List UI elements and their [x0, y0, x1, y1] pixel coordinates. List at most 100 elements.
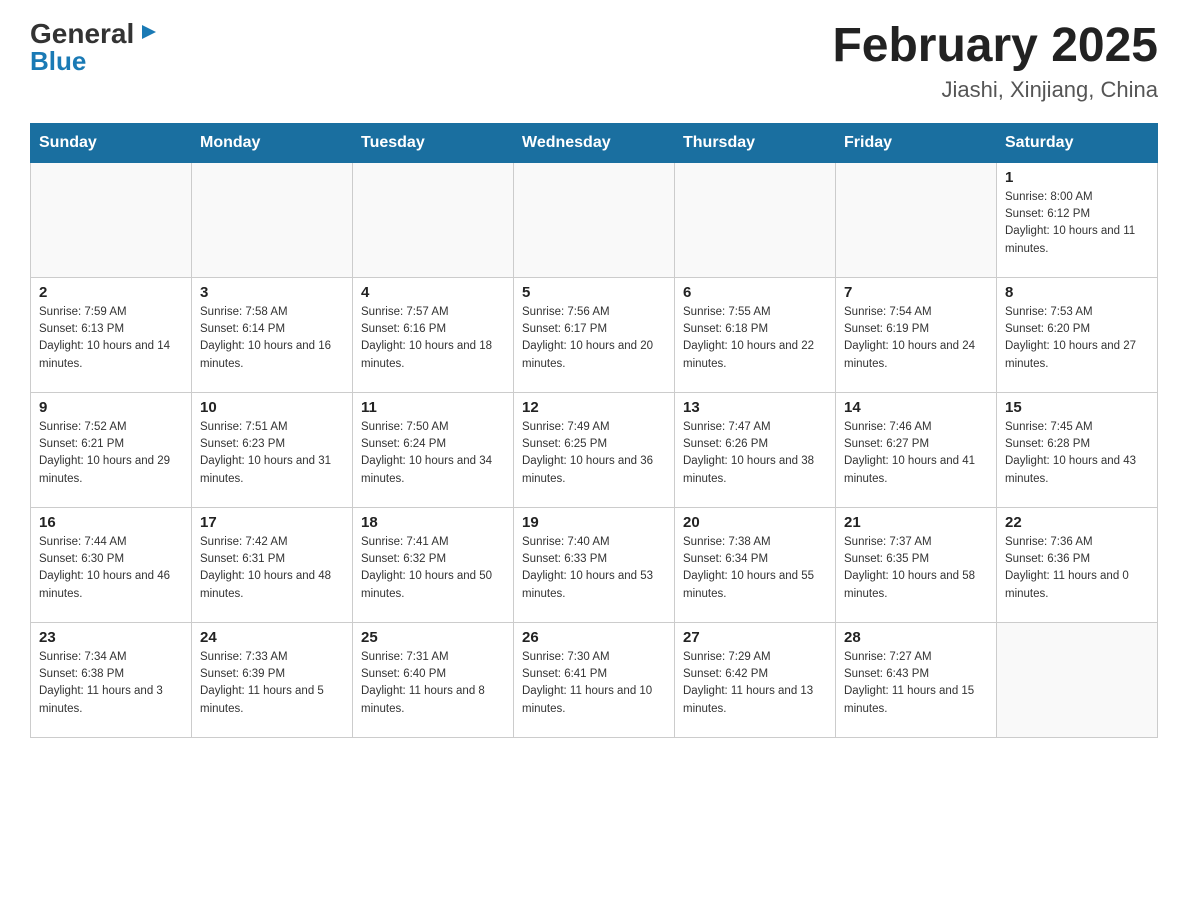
- day-cell: 25 Sunrise: 7:31 AMSunset: 6:40 PMDayligh…: [353, 622, 514, 737]
- day-info: Sunrise: 7:58 AMSunset: 6:14 PMDaylight:…: [200, 304, 344, 373]
- day-info: Sunrise: 7:56 AMSunset: 6:17 PMDaylight:…: [522, 304, 666, 373]
- calendar-subtitle: Jiashi, Xinjiang, China: [832, 77, 1158, 103]
- day-number: 25: [361, 629, 505, 646]
- day-info: Sunrise: 7:49 AMSunset: 6:25 PMDaylight:…: [522, 419, 666, 488]
- header-monday: Monday: [192, 123, 353, 162]
- day-cell: [192, 162, 353, 277]
- day-cell: 6 Sunrise: 7:55 AMSunset: 6:18 PMDaylight…: [675, 277, 836, 392]
- day-info: Sunrise: 7:42 AMSunset: 6:31 PMDaylight:…: [200, 534, 344, 603]
- day-cell: [514, 162, 675, 277]
- days-header-row: Sunday Monday Tuesday Wednesday Thursday…: [31, 123, 1158, 162]
- day-cell: [353, 162, 514, 277]
- day-info: Sunrise: 7:38 AMSunset: 6:34 PMDaylight:…: [683, 534, 827, 603]
- page-header: General Blue February 2025 Jiashi, Xinji…: [30, 20, 1158, 103]
- day-number: 22: [1005, 514, 1149, 531]
- day-cell: [31, 162, 192, 277]
- day-cell: 20 Sunrise: 7:38 AMSunset: 6:34 PMDayligh…: [675, 507, 836, 622]
- day-cell: 9 Sunrise: 7:52 AMSunset: 6:21 PMDaylight…: [31, 392, 192, 507]
- day-cell: 27 Sunrise: 7:29 AMSunset: 6:42 PMDayligh…: [675, 622, 836, 737]
- day-cell: 7 Sunrise: 7:54 AMSunset: 6:19 PMDaylight…: [836, 277, 997, 392]
- day-number: 2: [39, 284, 183, 301]
- day-number: 1: [1005, 169, 1149, 186]
- day-cell: 4Sunrise: 7:57 AMSunset: 6:16 PMDaylight…: [353, 277, 514, 392]
- day-number: 18: [361, 514, 505, 531]
- day-info: Sunrise: 7:46 AMSunset: 6:27 PMDaylight:…: [844, 419, 988, 488]
- day-cell: [675, 162, 836, 277]
- day-number: 27: [683, 629, 827, 646]
- day-cell: [997, 622, 1158, 737]
- day-info: Sunrise: 7:55 AMSunset: 6:18 PMDaylight:…: [683, 304, 827, 373]
- week-row-4: 16Sunrise: 7:44 AMSunset: 6:30 PMDayligh…: [31, 507, 1158, 622]
- day-info: Sunrise: 7:37 AMSunset: 6:35 PMDaylight:…: [844, 534, 988, 603]
- day-number: 19: [522, 514, 666, 531]
- day-number: 26: [522, 629, 666, 646]
- header-thursday: Thursday: [675, 123, 836, 162]
- calendar-table: Sunday Monday Tuesday Wednesday Thursday…: [30, 123, 1158, 738]
- logo: General Blue: [30, 20, 160, 74]
- day-cell: 10 Sunrise: 7:51 AMSunset: 6:23 PMDayligh…: [192, 392, 353, 507]
- day-cell: 26 Sunrise: 7:30 AMSunset: 6:41 PMDayligh…: [514, 622, 675, 737]
- day-info: Sunrise: 7:33 AMSunset: 6:39 PMDaylight:…: [200, 649, 344, 718]
- day-number: 17: [200, 514, 344, 531]
- day-number: 21: [844, 514, 988, 531]
- day-info: Sunrise: 7:54 AMSunset: 6:19 PMDaylight:…: [844, 304, 988, 373]
- day-info: Sunrise: 7:59 AMSunset: 6:13 PMDaylight:…: [39, 304, 183, 373]
- day-info: Sunrise: 7:50 AMSunset: 6:24 PMDaylight:…: [361, 419, 505, 488]
- day-info: Sunrise: 7:29 AMSunset: 6:42 PMDaylight:…: [683, 649, 827, 718]
- day-number: 14: [844, 399, 988, 416]
- day-cell: 12 Sunrise: 7:49 AMSunset: 6:25 PMDayligh…: [514, 392, 675, 507]
- day-cell: 16Sunrise: 7:44 AMSunset: 6:30 PMDayligh…: [31, 507, 192, 622]
- day-info: Sunrise: 7:47 AMSunset: 6:26 PMDaylight:…: [683, 419, 827, 488]
- day-cell: 17 Sunrise: 7:42 AMSunset: 6:31 PMDayligh…: [192, 507, 353, 622]
- day-cell: 2 Sunrise: 7:59 AMSunset: 6:13 PMDaylight…: [31, 277, 192, 392]
- day-number: 10: [200, 399, 344, 416]
- logo-arrow-icon: [138, 21, 160, 43]
- day-info: Sunrise: 7:31 AMSunset: 6:40 PMDaylight:…: [361, 649, 505, 718]
- logo-blue-text: Blue: [30, 48, 86, 74]
- day-cell: 8Sunrise: 7:53 AMSunset: 6:20 PMDaylight…: [997, 277, 1158, 392]
- day-number: 12: [522, 399, 666, 416]
- day-cell: 28Sunrise: 7:27 AMSunset: 6:43 PMDayligh…: [836, 622, 997, 737]
- day-info: Sunrise: 7:41 AMSunset: 6:32 PMDaylight:…: [361, 534, 505, 603]
- week-row-2: 2 Sunrise: 7:59 AMSunset: 6:13 PMDaylight…: [31, 277, 1158, 392]
- day-info: Sunrise: 7:44 AMSunset: 6:30 PMDaylight:…: [39, 534, 183, 603]
- day-number: 28: [844, 629, 988, 646]
- day-number: 13: [683, 399, 827, 416]
- day-number: 11: [361, 399, 505, 416]
- day-cell: 15Sunrise: 7:45 AMSunset: 6:28 PMDayligh…: [997, 392, 1158, 507]
- day-number: 23: [39, 629, 183, 646]
- day-info: Sunrise: 7:30 AMSunset: 6:41 PMDaylight:…: [522, 649, 666, 718]
- week-row-3: 9 Sunrise: 7:52 AMSunset: 6:21 PMDaylight…: [31, 392, 1158, 507]
- day-info: Sunrise: 7:51 AMSunset: 6:23 PMDaylight:…: [200, 419, 344, 488]
- header-wednesday: Wednesday: [514, 123, 675, 162]
- day-info: Sunrise: 7:52 AMSunset: 6:21 PMDaylight:…: [39, 419, 183, 488]
- day-cell: 13 Sunrise: 7:47 AMSunset: 6:26 PMDayligh…: [675, 392, 836, 507]
- day-cell: 5 Sunrise: 7:56 AMSunset: 6:17 PMDaylight…: [514, 277, 675, 392]
- day-number: 5: [522, 284, 666, 301]
- day-info: Sunrise: 8:00 AMSunset: 6:12 PMDaylight:…: [1005, 189, 1149, 258]
- day-cell: 23 Sunrise: 7:34 AMSunset: 6:38 PMDayligh…: [31, 622, 192, 737]
- header-saturday: Saturday: [997, 123, 1158, 162]
- day-info: Sunrise: 7:34 AMSunset: 6:38 PMDaylight:…: [39, 649, 183, 718]
- day-number: 9: [39, 399, 183, 416]
- day-cell: 1 Sunrise: 8:00 AMSunset: 6:12 PMDaylight…: [997, 162, 1158, 277]
- header-tuesday: Tuesday: [353, 123, 514, 162]
- day-info: Sunrise: 7:40 AMSunset: 6:33 PMDaylight:…: [522, 534, 666, 603]
- day-info: Sunrise: 7:57 AMSunset: 6:16 PMDaylight:…: [361, 304, 505, 373]
- day-cell: 22 Sunrise: 7:36 AMSunset: 6:36 PMDayligh…: [997, 507, 1158, 622]
- title-block: February 2025 Jiashi, Xinjiang, China: [832, 20, 1158, 103]
- day-cell: 14 Sunrise: 7:46 AMSunset: 6:27 PMDayligh…: [836, 392, 997, 507]
- day-cell: [836, 162, 997, 277]
- header-sunday: Sunday: [31, 123, 192, 162]
- day-cell: 18 Sunrise: 7:41 AMSunset: 6:32 PMDayligh…: [353, 507, 514, 622]
- day-number: 7: [844, 284, 988, 301]
- day-info: Sunrise: 7:53 AMSunset: 6:20 PMDaylight:…: [1005, 304, 1149, 373]
- header-friday: Friday: [836, 123, 997, 162]
- day-cell: 24 Sunrise: 7:33 AMSunset: 6:39 PMDayligh…: [192, 622, 353, 737]
- day-number: 6: [683, 284, 827, 301]
- week-row-1: 1 Sunrise: 8:00 AMSunset: 6:12 PMDaylight…: [31, 162, 1158, 277]
- day-info: Sunrise: 7:36 AMSunset: 6:36 PMDaylight:…: [1005, 534, 1149, 603]
- day-number: 20: [683, 514, 827, 531]
- day-number: 24: [200, 629, 344, 646]
- day-number: 15: [1005, 399, 1149, 416]
